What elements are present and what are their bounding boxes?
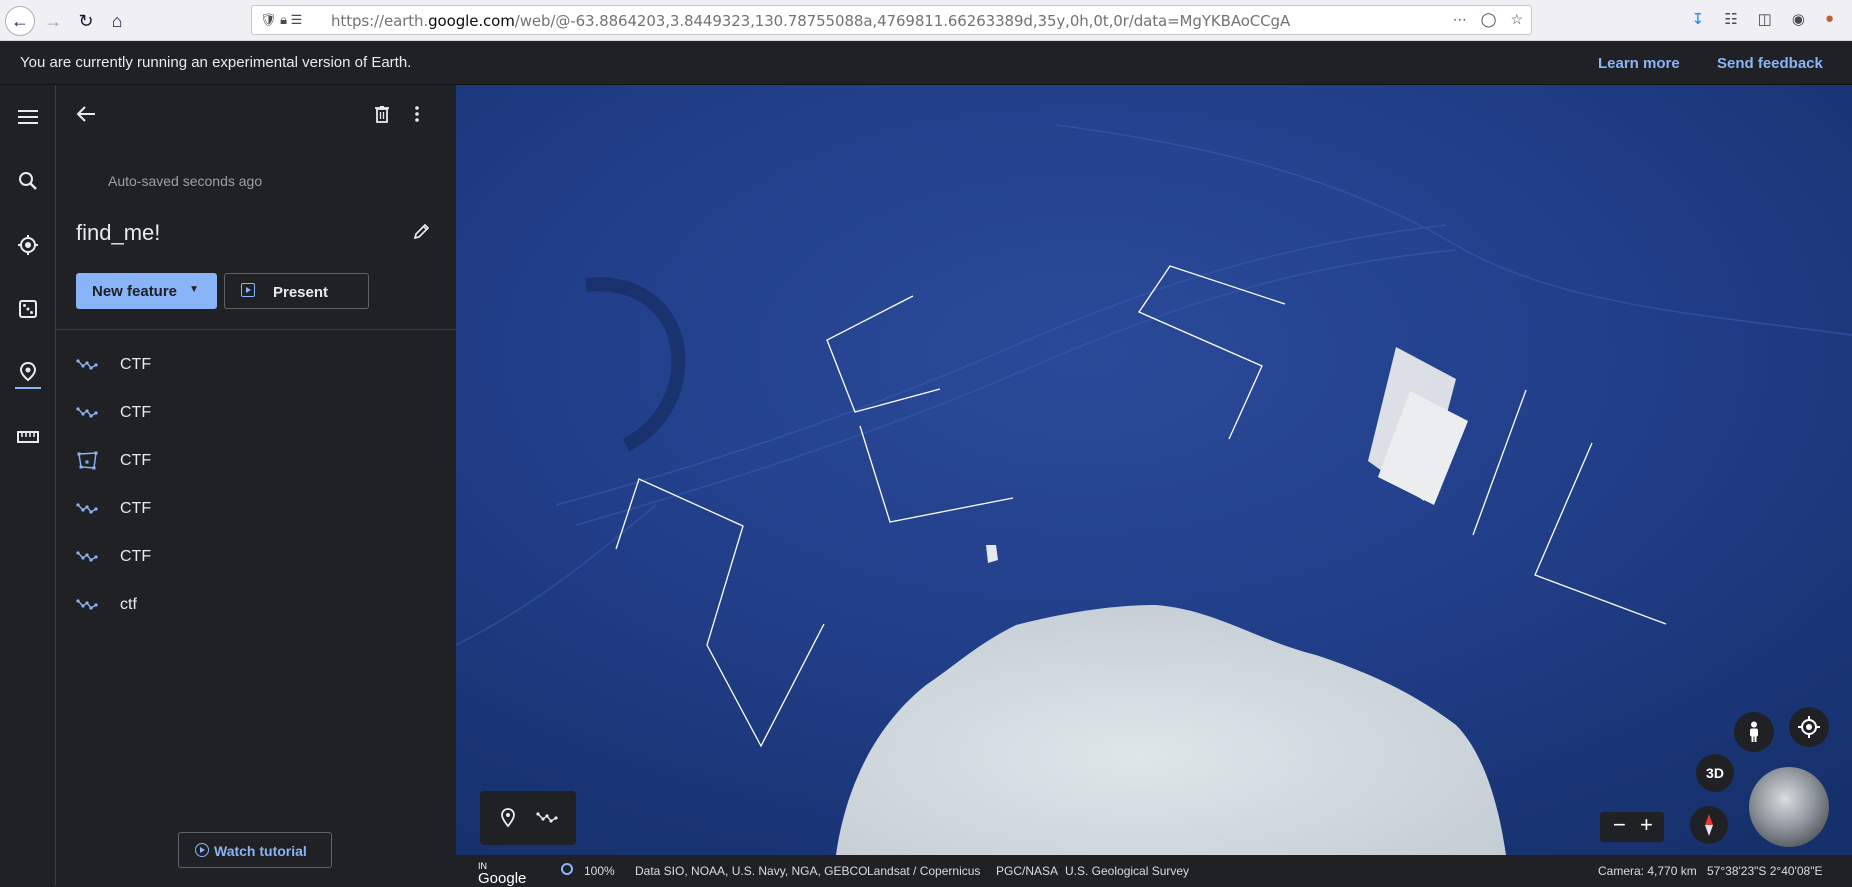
autosave-status: Auto-saved seconds ago <box>108 173 263 189</box>
send-feedback-link[interactable]: Send feedback <box>1717 55 1823 72</box>
camera-coordinates: 57°38'23"S 2°40'08"E <box>1707 864 1823 878</box>
edit-pencil-icon[interactable] <box>413 222 431 246</box>
bookmark-star-icon[interactable]: ☆ <box>1510 11 1523 28</box>
compass-icon[interactable] <box>1690 806 1728 844</box>
forward-arrow-icon[interactable]: → <box>38 6 68 36</box>
url-host: google.com <box>428 12 515 30</box>
projects-icon[interactable] <box>16 361 40 385</box>
zoom-control: − + <box>1600 812 1664 842</box>
extension-icon[interactable]: ● <box>1825 10 1834 28</box>
url-actions: ⋯ ◯ ☆ <box>1453 11 1523 28</box>
active-tab-indicator <box>15 387 41 389</box>
url-bar[interactable]: 🛡︎ 🔒︎ ☰ https://earth.google.com/web/@-6… <box>251 5 1532 35</box>
zoom-in-button[interactable]: + <box>1640 812 1653 838</box>
drawing-tools <box>480 791 576 845</box>
ice-feature <box>986 545 998 563</box>
project-title[interactable]: find_me! <box>76 220 160 246</box>
loading-circle-icon <box>561 863 573 875</box>
pegman-icon[interactable] <box>1734 712 1774 752</box>
url-prefix: https://earth. <box>331 12 429 30</box>
feature-row[interactable]: CTF <box>56 341 456 389</box>
panel-divider <box>56 329 456 330</box>
more-vert-icon[interactable] <box>414 105 420 129</box>
draw-line-icon[interactable] <box>536 806 560 830</box>
pocket-icon[interactable]: ◯ <box>1481 11 1497 28</box>
toggle-3d-label: 3D <box>1706 765 1724 781</box>
feature-row[interactable]: CTF <box>56 437 456 485</box>
landsat-credit: Landsat / Copernicus <box>867 864 981 878</box>
page-actions-icon[interactable]: ⋯ <box>1453 11 1467 28</box>
google-logo: Google IN <box>478 861 526 887</box>
dropdown-caret-icon: ▼ <box>189 284 199 295</box>
experimental-banner: You are currently running an experimenta… <box>0 41 1852 85</box>
learn-more-link[interactable]: Learn more <box>1598 55 1680 72</box>
ruler-icon[interactable] <box>16 425 40 449</box>
search-icon[interactable] <box>16 169 40 193</box>
line-icon <box>76 359 98 370</box>
feature-row[interactable]: ctf <box>56 581 456 629</box>
camera-altitude: Camera: 4,770 km <box>1598 864 1697 878</box>
line-icon <box>76 599 98 610</box>
library-icon[interactable]: ☷ <box>1724 10 1737 28</box>
feature-row[interactable]: CTF <box>56 389 456 437</box>
line-icon <box>76 407 98 418</box>
zoom-percent: 100% <box>584 864 615 878</box>
home-icon[interactable]: ⌂ <box>102 6 132 36</box>
back-arrow-icon[interactable] <box>76 105 96 129</box>
url-path: /web/@-63.8864203,3.8449323,130.78755088… <box>514 12 1291 30</box>
feature-label: CTF <box>120 500 152 517</box>
watch-tutorial-button[interactable]: Watch tutorial <box>178 832 332 868</box>
present-button[interactable]: Present <box>224 273 369 309</box>
polygon-icon <box>77 451 98 470</box>
logo-text: Google <box>478 870 527 887</box>
voyager-icon[interactable] <box>16 233 40 257</box>
present-icon <box>241 283 255 297</box>
feeling-lucky-dice-icon[interactable] <box>16 297 40 321</box>
toggle-3d-button[interactable]: 3D <box>1696 754 1734 792</box>
line-icon <box>76 503 98 514</box>
watch-tutorial-label: Watch tutorial <box>214 843 307 859</box>
left-rail <box>0 85 56 886</box>
feature-label: CTF <box>120 404 152 421</box>
my-location-icon[interactable] <box>1789 707 1829 747</box>
feature-row[interactable]: CTF <box>56 485 456 533</box>
sidebar-icon[interactable]: ◫ <box>1758 10 1772 28</box>
browser-toolbar: ← → ↻ ⌂ 🛡︎ 🔒︎ ☰ https://earth.google.com… <box>0 0 1852 41</box>
download-icon[interactable]: ↧ <box>1692 10 1705 28</box>
trash-icon[interactable] <box>374 105 390 129</box>
line-icon <box>76 551 98 562</box>
pgc-credit: PGC/NASA <box>996 864 1059 878</box>
zoom-out-button[interactable]: − <box>1613 812 1626 838</box>
back-arrow-icon[interactable]: ← <box>5 6 35 36</box>
new-feature-button[interactable]: New feature ▼ <box>76 273 217 309</box>
lock-icon: 🛡︎ 🔒︎ ☰ <box>260 12 303 27</box>
map-imagery[interactable] <box>456 85 1852 855</box>
feature-row[interactable]: CTF <box>56 533 456 581</box>
earth-map-view[interactable] <box>456 85 1852 855</box>
feature-label: CTF <box>120 452 152 469</box>
project-panel: Auto-saved seconds ago find_me! New feat… <box>56 85 456 886</box>
minimap-globe[interactable] <box>1749 767 1829 847</box>
browser-toolbar-right: ↧ ☷ ◫ ◉ ● <box>1692 10 1834 28</box>
play-circle-icon <box>195 843 209 857</box>
usgs-credit: U.S. Geological Survey <box>1065 864 1190 878</box>
feature-label: CTF <box>120 548 152 565</box>
feature-label: CTF <box>120 356 152 373</box>
menu-icon[interactable] <box>16 105 40 129</box>
placemark-icon[interactable] <box>496 806 520 830</box>
feature-label: ctf <box>120 596 137 613</box>
account-icon[interactable]: ◉ <box>1792 10 1805 28</box>
url-text[interactable]: https://earth.google.com/web/@-63.886420… <box>331 12 1290 30</box>
banner-message: You are currently running an experimenta… <box>20 54 412 71</box>
reload-icon[interactable]: ↻ <box>71 6 101 36</box>
present-label: Present <box>273 284 329 301</box>
data-credit: Data SIO, NOAA, U.S. Navy, NGA, GEBCO <box>635 864 868 878</box>
new-feature-label: New feature <box>92 283 178 300</box>
map-footer: Google IN 100% Data SIO, NOAA, U.S. Navy,… <box>456 855 1852 887</box>
